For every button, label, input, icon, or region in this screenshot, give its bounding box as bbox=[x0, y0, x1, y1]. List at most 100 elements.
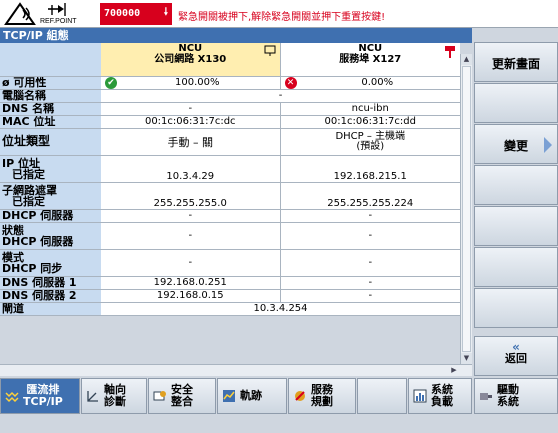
bar-chart-icon bbox=[413, 389, 427, 403]
arrow-right-icon bbox=[544, 137, 552, 153]
drive-system-button[interactable]: 驅動 系統 bbox=[474, 378, 558, 414]
status-bar: REF.POINT 700000 🠗 緊急開關被押下,解除緊急開關並押下重置按鍵… bbox=[0, 0, 558, 28]
refresh-button[interactable]: 更新畫面 bbox=[474, 42, 558, 82]
safety-integrated-button[interactable]: 安全 整合 bbox=[148, 378, 216, 414]
cell-value: - bbox=[280, 276, 460, 290]
table-row[interactable]: 狀態 DHCP 伺服器 - - bbox=[0, 222, 460, 250]
trace-button[interactable]: 軌跡 bbox=[217, 378, 287, 414]
panel-title: TCP/IP 組態 bbox=[0, 28, 472, 43]
softkey-v6[interactable] bbox=[474, 247, 558, 287]
table-row[interactable]: 位址類型 手動 – 關 DHCP – 主機端 (預設) bbox=[0, 128, 460, 156]
table-row[interactable]: 子網路遮罩 已指定 255.255.255.0 255.255.255.224 bbox=[0, 182, 460, 210]
label-line: DHCP 伺服器 bbox=[2, 234, 74, 248]
cell-value: 手動 – 關 bbox=[101, 128, 281, 156]
change-button[interactable]: 變更 bbox=[474, 124, 558, 164]
table-row[interactable]: DHCP 伺服器 - - bbox=[0, 209, 460, 223]
cell-value: ncu-ibn bbox=[280, 102, 460, 116]
table-row[interactable]: DNS 名稱 - ncu-ibn bbox=[0, 102, 460, 116]
table-row[interactable]: MAC 位址 00:1c:06:31:7c:dc 00:1c:06:31:7c:… bbox=[0, 115, 460, 129]
alarm-message[interactable]: 緊急開關被押下,解除緊急開關並押下重置按鍵! bbox=[178, 8, 385, 23]
port-error-icon bbox=[445, 46, 455, 58]
table-header-row: NCU 公司網路 X130 NCU 服務埠 X127 bbox=[0, 43, 460, 77]
row-label: 子網路遮罩 已指定 bbox=[0, 182, 101, 210]
scroll-right-icon[interactable]: ▶ bbox=[448, 365, 460, 376]
cell-value: - bbox=[280, 249, 460, 277]
column-header-line1: NCU bbox=[358, 43, 383, 54]
axis-icon bbox=[87, 391, 98, 402]
label-line: 狀態 bbox=[2, 223, 24, 237]
softkey-label: 匯流排 TCP/IP bbox=[23, 384, 63, 408]
softkey-label: 軸向 診斷 bbox=[104, 384, 126, 408]
alarm-arrow-icon: 🠗 bbox=[163, 7, 168, 18]
scroll-up-icon[interactable]: ▲ bbox=[461, 54, 472, 65]
cell-value: - bbox=[101, 249, 281, 277]
row-label: 位址類型 bbox=[0, 128, 101, 156]
error-x-icon: ✕ bbox=[284, 76, 297, 88]
table-row[interactable]: 閘道 10.3.4.254 bbox=[0, 302, 460, 316]
row-label: 狀態 DHCP 伺服器 bbox=[0, 222, 101, 250]
network-port-icon bbox=[264, 45, 275, 56]
label-line: 負載 bbox=[431, 395, 453, 408]
row-label: 模式 DHCP 同步 bbox=[0, 249, 101, 277]
table-row[interactable]: DNS 伺服器 1 192.168.0.251 - bbox=[0, 276, 460, 290]
ref-point-icon bbox=[48, 3, 66, 16]
column-header-service-port[interactable]: NCU 服務埠 X127 bbox=[280, 43, 460, 77]
softkey-h6[interactable] bbox=[357, 378, 407, 414]
service-planner-button[interactable]: 服務 規劃 bbox=[288, 378, 356, 414]
column-header-line2: 服務埠 X127 bbox=[339, 54, 402, 65]
softkey-label: 驅動 系統 bbox=[497, 384, 519, 408]
system-load-button[interactable]: 系統 負載 bbox=[408, 378, 472, 414]
safety-icon bbox=[153, 391, 166, 401]
label-line: 模式 bbox=[2, 250, 24, 264]
drive-icon bbox=[480, 393, 492, 400]
table-row[interactable]: ø 可用性 ✔ 100.00% ✕ 0.00% bbox=[0, 76, 460, 90]
alarm-number[interactable]: 700000 🠗 bbox=[100, 3, 172, 25]
softkey-label: 服務 規劃 bbox=[311, 384, 333, 408]
cell-value: 255.255.255.224 bbox=[280, 182, 460, 210]
cell-value: 192.168.215.1 bbox=[280, 155, 460, 183]
table-row[interactable]: 電腦名稱 - bbox=[0, 89, 460, 103]
availability-value: 0.00% bbox=[361, 76, 394, 88]
cell-value: 00:1c:06:31:7c:dd bbox=[280, 115, 460, 129]
cell-value: - bbox=[101, 209, 281, 223]
table-row[interactable]: IP 位址 已指定 10.3.4.29 192.168.215.1 bbox=[0, 155, 460, 183]
row-label: 閘道 bbox=[0, 302, 101, 316]
softkey-label: 軌跡 bbox=[240, 390, 262, 402]
scroll-down-icon[interactable]: ▼ bbox=[461, 353, 472, 364]
ref-point-label: REF.POINT bbox=[40, 18, 77, 25]
cell-value: ✕ 0.00% bbox=[280, 76, 460, 90]
softkey-v7[interactable] bbox=[474, 288, 558, 328]
cell-value: - bbox=[101, 102, 281, 116]
row-label: DNS 伺服器 2 bbox=[0, 289, 101, 303]
row-label: IP 位址 已指定 bbox=[0, 155, 101, 183]
table-row[interactable]: 模式 DHCP 同步 - - bbox=[0, 249, 460, 277]
network-diagnosis-button[interactable]: 匯流排 TCP/IP bbox=[0, 378, 80, 414]
softkey-v4[interactable] bbox=[474, 165, 558, 205]
cell-value: 10.3.4.254 bbox=[101, 302, 460, 316]
label-line: 已指定 bbox=[12, 194, 45, 208]
label-line: TCP/IP bbox=[23, 395, 63, 408]
cell-value: 255.255.255.0 bbox=[101, 182, 281, 210]
refresh-label: 更新畫面 bbox=[491, 57, 540, 71]
label-line: 規劃 bbox=[311, 395, 333, 408]
softkey-v5[interactable] bbox=[474, 206, 558, 246]
trace-icon bbox=[223, 390, 235, 402]
cell-value: 192.168.0.251 bbox=[101, 276, 281, 290]
back-button[interactable]: « 返回 bbox=[474, 336, 558, 376]
cell-value: 00:1c:06:31:7c:dc bbox=[101, 115, 281, 129]
row-label: ø 可用性 bbox=[0, 76, 101, 90]
column-header-company-network[interactable]: NCU 公司網路 X130 bbox=[101, 43, 281, 77]
softkey-v2[interactable] bbox=[474, 83, 558, 123]
vertical-scrollbar[interactable]: ▲ ▼ bbox=[460, 54, 472, 364]
table-row[interactable]: DNS 伺服器 2 192.168.0.15 - bbox=[0, 289, 460, 303]
axis-diagnosis-button[interactable]: 軸向 診斷 bbox=[81, 378, 147, 414]
scroll-thumb[interactable] bbox=[462, 66, 471, 352]
row-label: MAC 位址 bbox=[0, 115, 101, 129]
cell-value: ✔ 100.00% bbox=[101, 76, 281, 90]
cell-value: 192.168.0.15 bbox=[101, 289, 281, 303]
ok-check-icon: ✔ bbox=[105, 76, 117, 88]
service-icon bbox=[295, 391, 305, 401]
cell-value: - bbox=[280, 222, 460, 250]
cell-value: - bbox=[101, 222, 281, 250]
horizontal-scrollbar[interactable]: ▶ bbox=[0, 364, 472, 376]
